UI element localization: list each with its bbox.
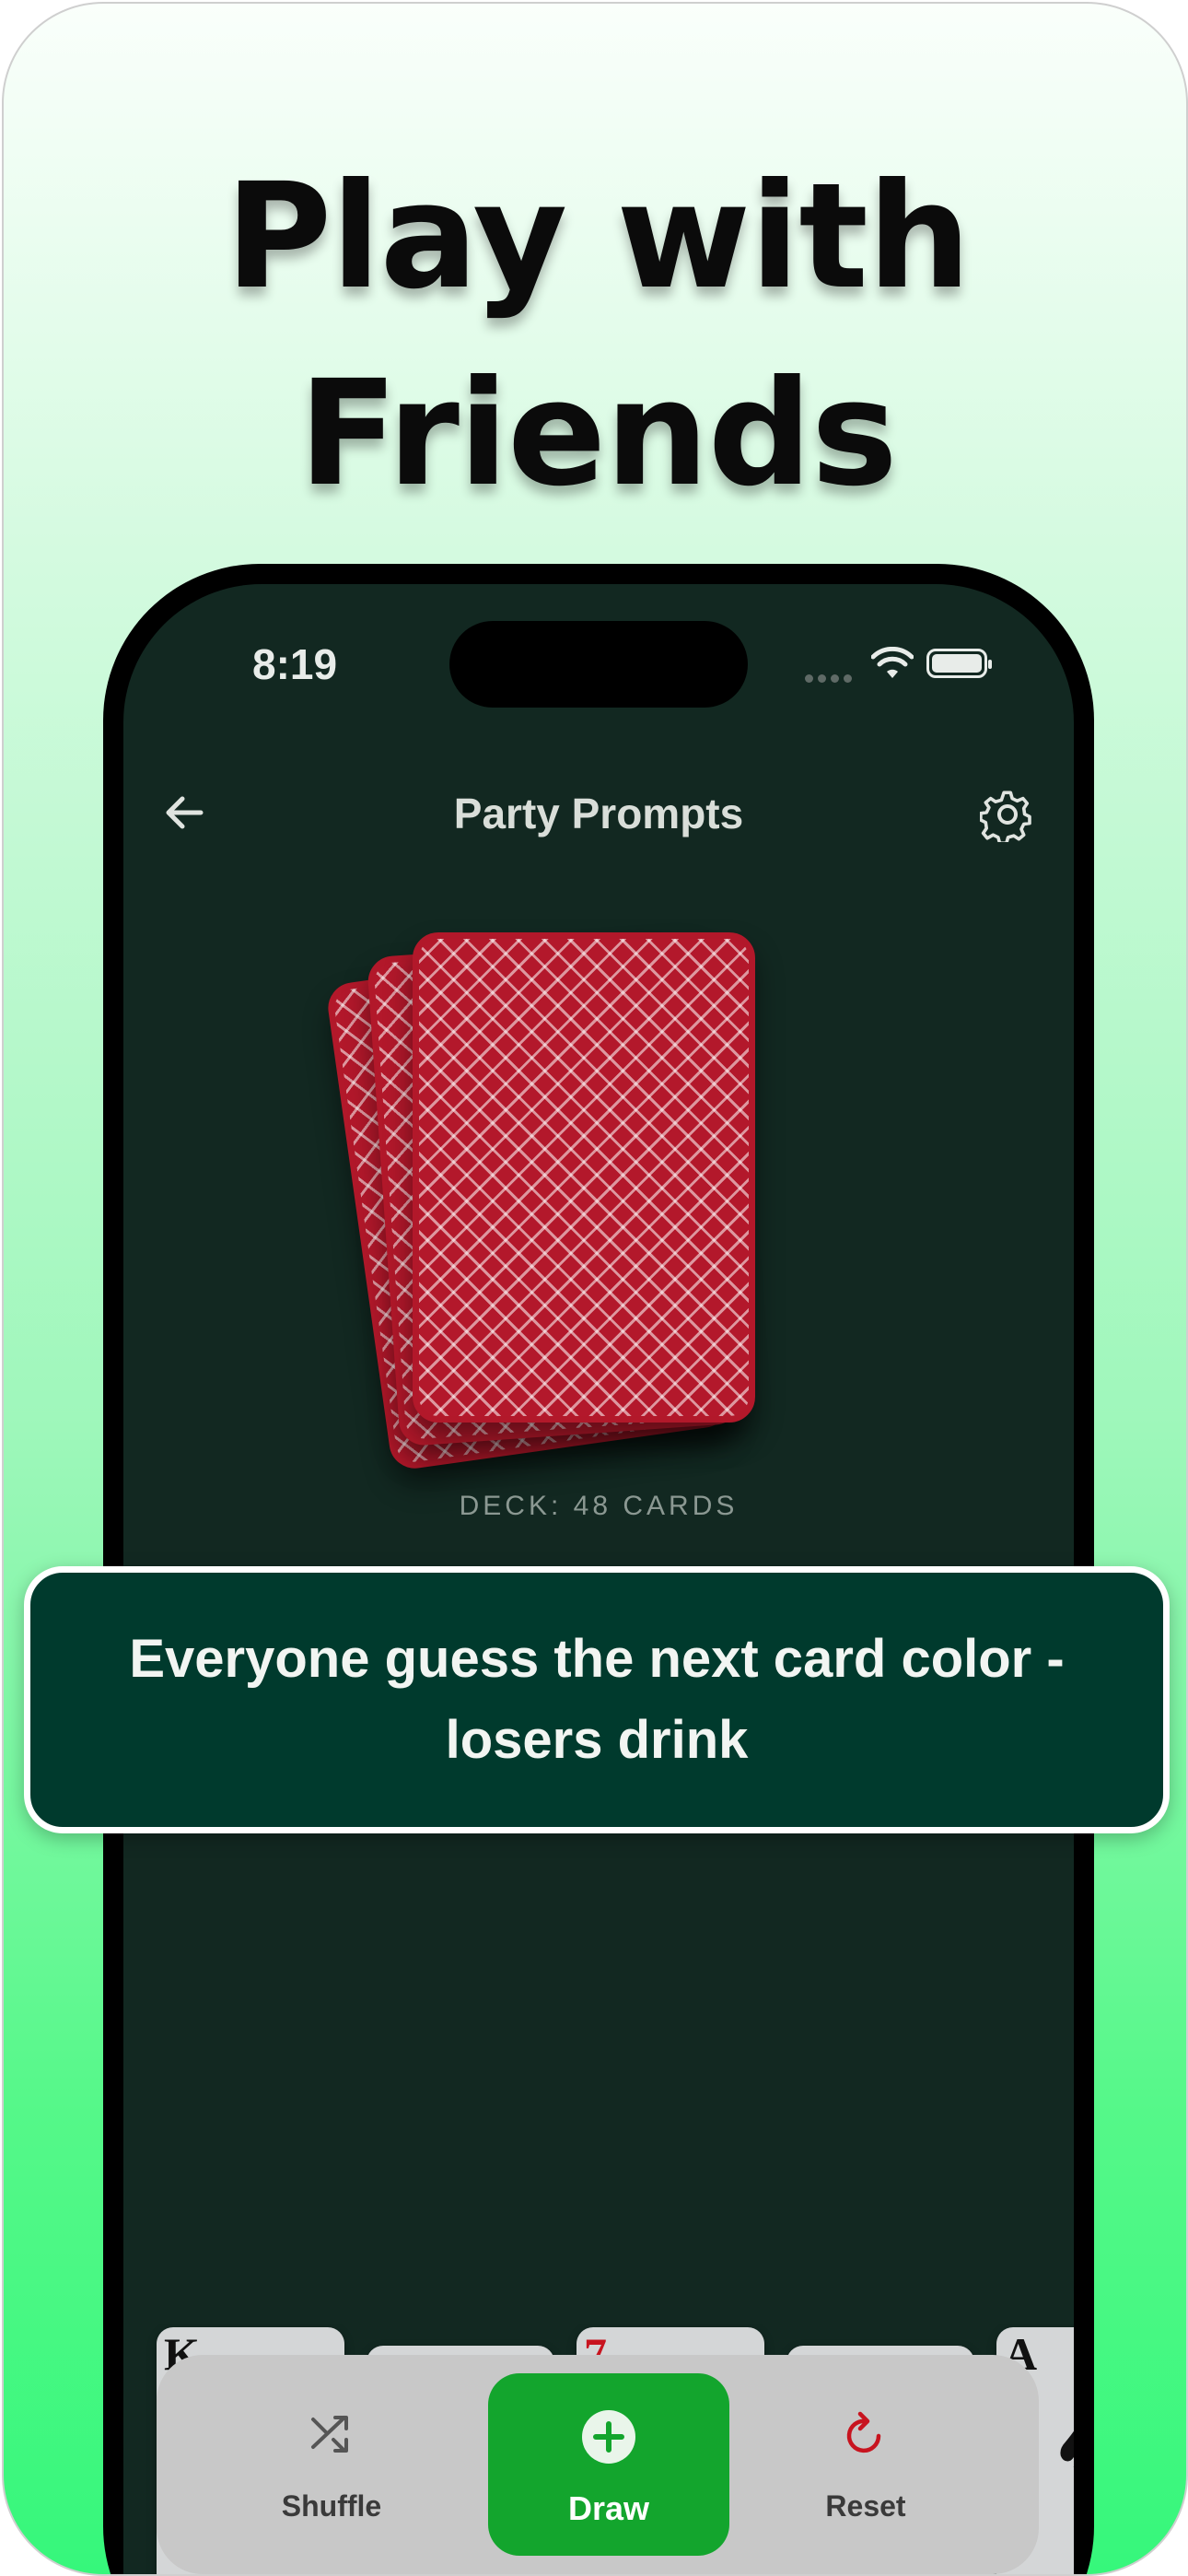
- reset-button[interactable]: Reset: [746, 2355, 985, 2574]
- draw-label: Draw: [567, 2489, 650, 2527]
- shuffle-label: Shuffle: [281, 2489, 382, 2523]
- shuffle-icon: [311, 2416, 348, 2453]
- dynamic-island: [449, 621, 748, 708]
- prompt-card: Everyone guess the next card color - los…: [24, 1566, 1170, 1833]
- reset-icon: [846, 2411, 881, 2453]
- action-toolbar: Shuffle Draw Reset: [157, 2355, 1039, 2574]
- deck-count-label: DECK: 48 CARDS: [459, 1491, 739, 1521]
- headline-line-2: Friends: [298, 349, 898, 519]
- reset-label: Reset: [825, 2489, 906, 2523]
- status-time: 8:19: [252, 640, 338, 688]
- battery-icon: [926, 649, 992, 678]
- promo-frame: Play with Friends 8:19 Party Prompts DEC…: [2, 2, 1188, 2576]
- card-back-top[interactable]: [413, 932, 755, 1423]
- card-pip: ♠: [1052, 2421, 1074, 2476]
- card-deck[interactable]: [324, 921, 777, 1474]
- shuffle-button[interactable]: Shuffle: [212, 2355, 451, 2574]
- draw-button[interactable]: Draw: [488, 2373, 729, 2556]
- prompt-text: Everyone guess the next card color - los…: [129, 1629, 1065, 1770]
- gear-icon[interactable]: [980, 787, 1035, 842]
- signal-dots-icon: [805, 669, 858, 683]
- wifi-icon: [871, 647, 914, 678]
- page-title: Party Prompts: [453, 790, 744, 837]
- headline-line-1: Play with: [225, 152, 972, 322]
- plus-circle-icon: [582, 2410, 635, 2464]
